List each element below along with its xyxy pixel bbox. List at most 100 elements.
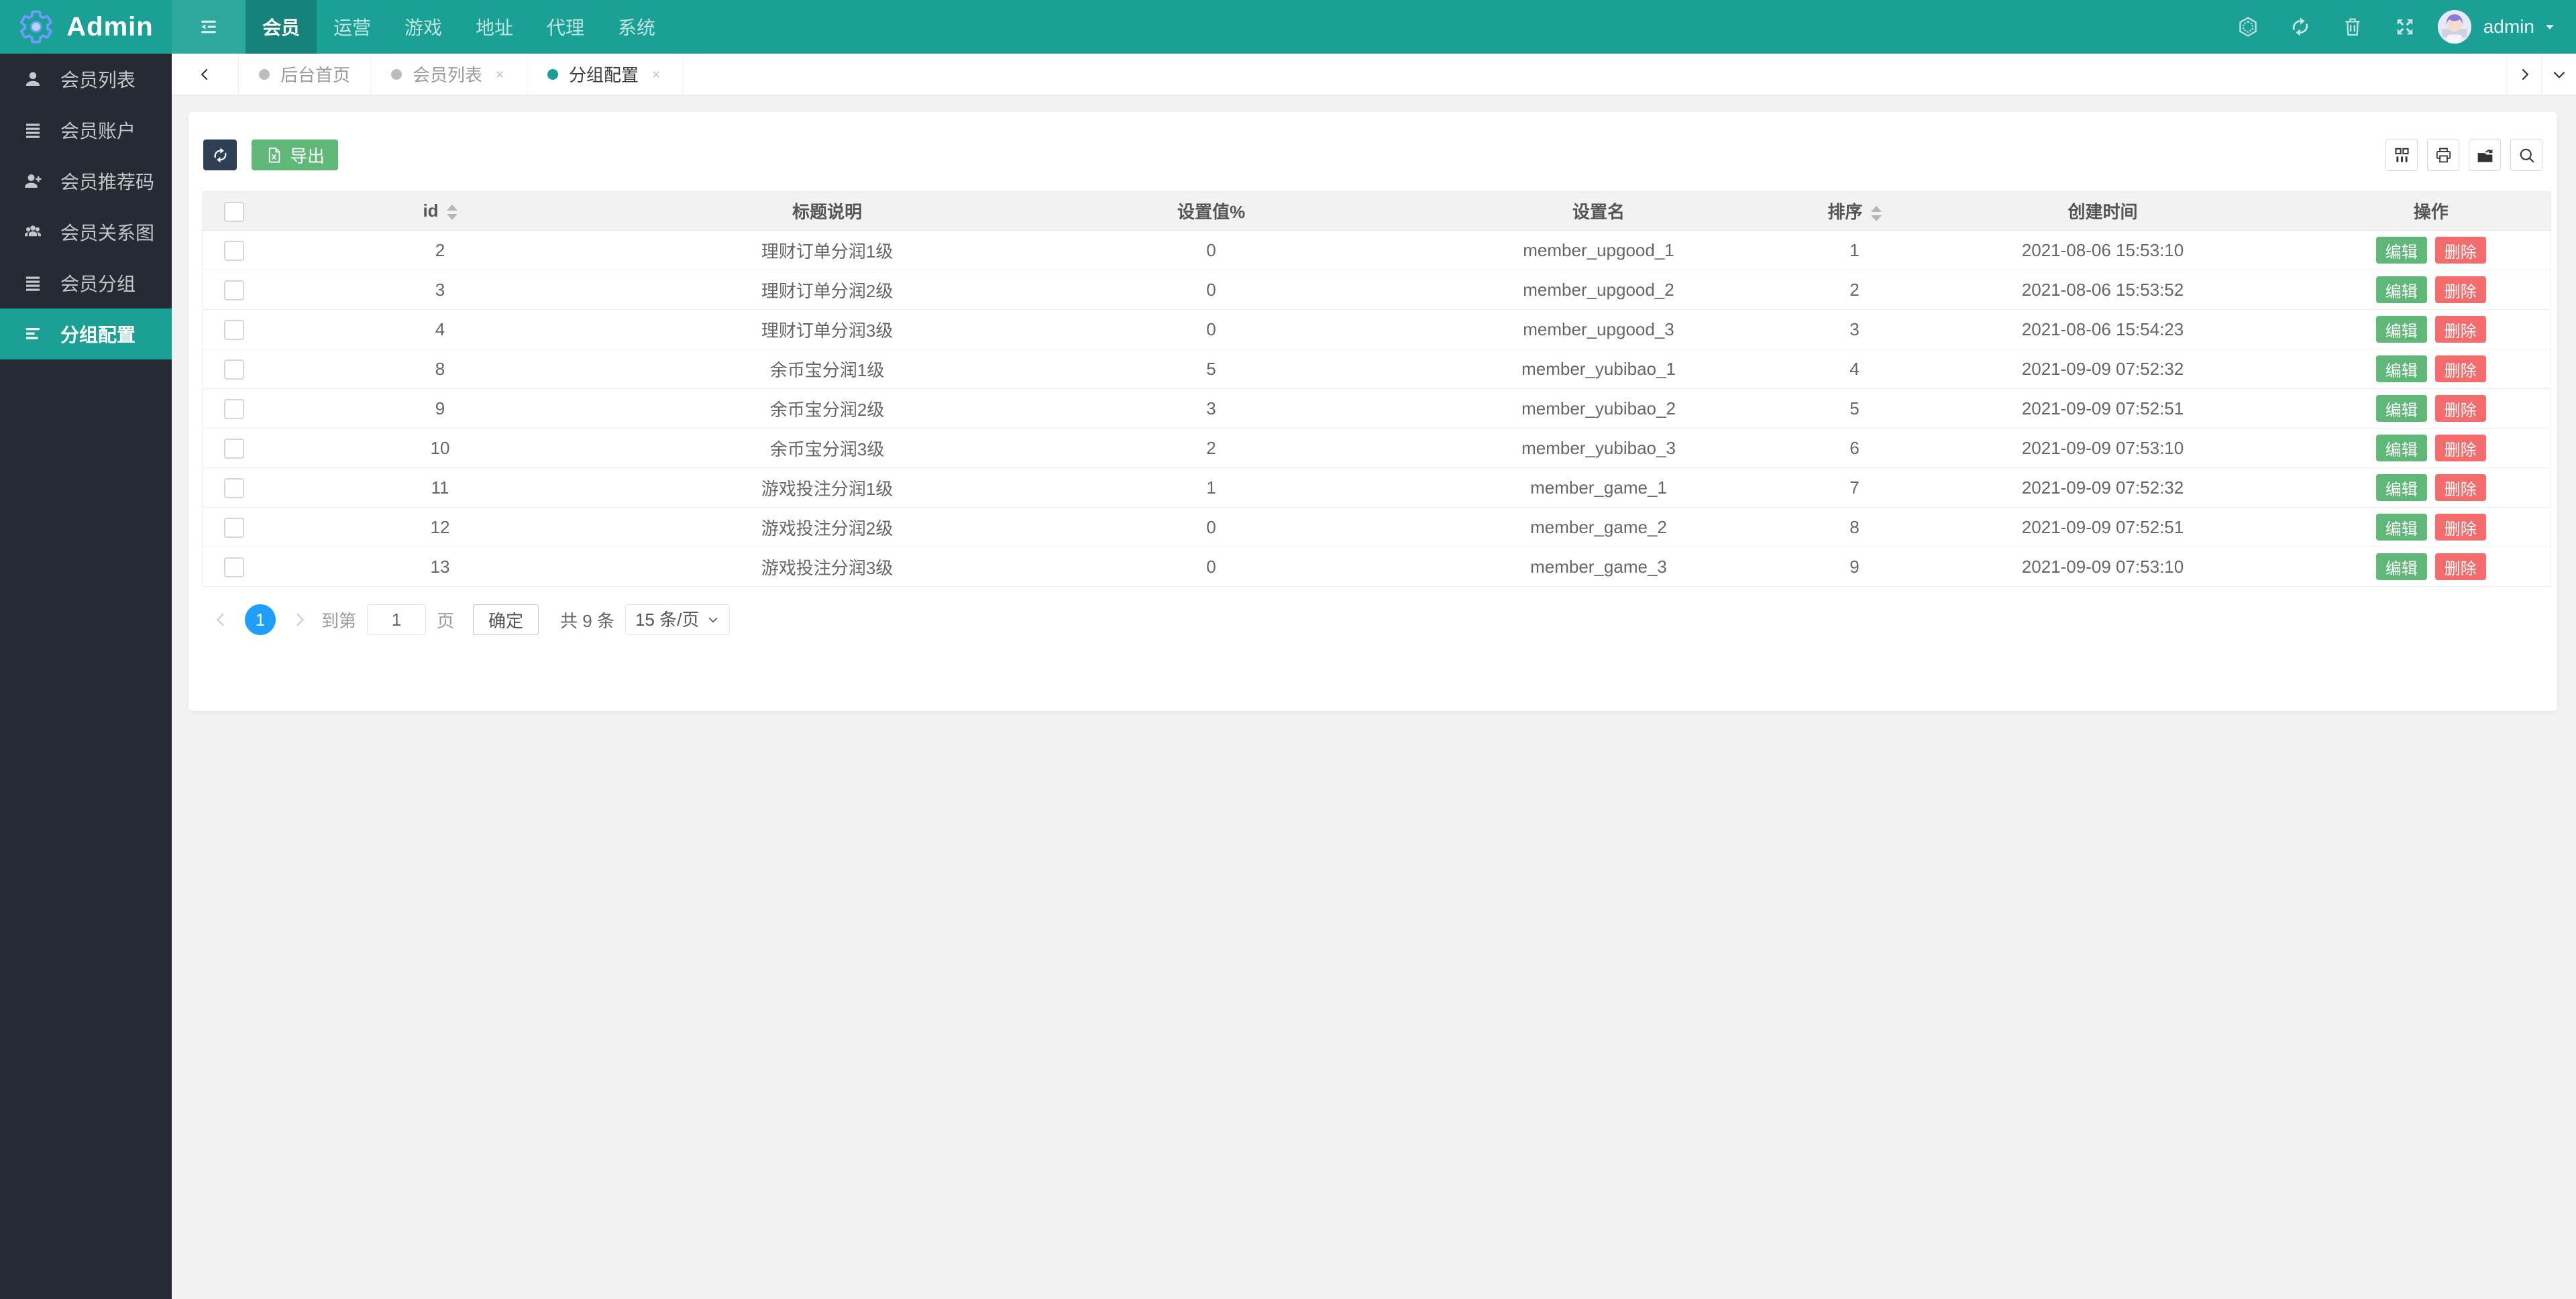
edit-button[interactable]: 编辑 <box>2375 237 2427 264</box>
fullscreen-button[interactable] <box>2379 0 2431 54</box>
next-page-button[interactable] <box>285 610 313 630</box>
top-nav-item-operation[interactable]: 运营 <box>317 0 388 54</box>
tabs-scroll-left-button[interactable] <box>172 54 239 95</box>
row-checkbox-cell <box>202 388 266 429</box>
close-icon[interactable] <box>649 68 663 81</box>
edit-button[interactable]: 编辑 <box>2375 435 2427 461</box>
page-1-button[interactable]: 1 <box>245 604 276 635</box>
avatar[interactable] <box>2437 10 2471 44</box>
printer-icon <box>2434 146 2453 165</box>
sidebar-item-group-config[interactable]: 分组配置 <box>0 308 172 359</box>
sidebar-nav: 会员列表 会员账户 会员推荐码 会员关系图会员分组分组配置 <box>0 54 172 1299</box>
delete-button[interactable]: 删除 <box>2434 355 2486 382</box>
top-nav-item-address[interactable]: 地址 <box>459 0 530 54</box>
filter-columns-button[interactable] <box>2385 139 2418 171</box>
edit-button[interactable]: 编辑 <box>2375 355 2427 382</box>
delete-button[interactable]: 删除 <box>2434 474 2486 501</box>
row-checkbox[interactable] <box>224 478 245 499</box>
delete-button[interactable]: 删除 <box>2434 237 2486 264</box>
cell-title: 游戏投注分润3级 <box>614 547 1040 587</box>
row-checkbox[interactable] <box>224 359 245 380</box>
edit-button[interactable]: 编辑 <box>2375 474 2427 501</box>
tab-home[interactable]: 后台首页 <box>239 54 372 95</box>
cell-value: 1 <box>1040 467 1383 508</box>
confirm-page-button[interactable]: 确定 <box>473 604 539 635</box>
edit-button[interactable]: 编辑 <box>2375 316 2427 343</box>
top-nav-item-system[interactable]: 系统 <box>601 0 672 54</box>
top-nav-item-game[interactable]: 游戏 <box>388 0 459 54</box>
sidebar-item-member-group[interactable]: 会员分组 <box>0 258 172 308</box>
export-button[interactable]: 导出 <box>252 139 339 170</box>
table-row: 10 余币宝分润3级 2 member_yubibao_3 6 2021-09-09 07… <box>202 428 2551 468</box>
sidebar-item-member-refcode[interactable]: 会员推荐码 <box>0 156 172 207</box>
page-size-dropdown[interactable]: 15 条/页 <box>635 610 700 630</box>
sidebar-collapse-button[interactable] <box>172 0 246 54</box>
export-data-button[interactable] <box>2469 139 2501 171</box>
search-button[interactable] <box>2510 139 2542 171</box>
chevron-right-icon <box>2516 66 2533 83</box>
row-checkbox[interactable] <box>224 280 245 301</box>
row-checkbox[interactable] <box>224 320 245 341</box>
tab-group-config[interactable]: 分组配置 <box>527 54 684 95</box>
edit-button[interactable]: 编辑 <box>2375 276 2427 303</box>
tab-status-dot <box>547 68 559 80</box>
fullscreen-icon <box>2394 15 2416 38</box>
cell-actions: 编辑 删除 <box>2311 230 2551 270</box>
cell-sort: 9 <box>1815 547 1894 587</box>
cell-value: 0 <box>1040 547 1383 587</box>
cell-id: 3 <box>266 270 614 310</box>
sidebar-item-member-relation[interactable]: 会员关系图 <box>0 207 172 258</box>
row-checkbox[interactable] <box>224 439 245 459</box>
table-row: 9 余币宝分润2级 3 member_yubibao_2 5 2021-09-09 07:… <box>202 388 2551 429</box>
cell-sort: 3 <box>1815 309 1894 349</box>
cell-name: member_yubibao_2 <box>1382 388 1815 429</box>
cell-name: member_upgood_3 <box>1382 309 1815 349</box>
delete-button[interactable]: 删除 <box>2434 553 2486 580</box>
row-checkbox[interactable] <box>224 241 245 262</box>
sort-id-control[interactable] <box>446 204 458 220</box>
sort-order-control[interactable] <box>1870 205 1882 221</box>
top-nav-item-agent[interactable]: 代理 <box>530 0 601 54</box>
table-body: 2 理财订单分润1级 0 member_upgood_1 1 2021-08-06 15:… <box>202 230 2551 587</box>
pagination: 1 到第 页 确定 共 9 条 15 条/页 <box>202 604 2544 635</box>
row-checkbox-cell <box>202 428 266 468</box>
cell-actions: 编辑 删除 <box>2311 467 2551 508</box>
user-menu[interactable]: admin <box>2481 0 2576 54</box>
row-checkbox[interactable] <box>224 399 245 420</box>
row-checkbox[interactable] <box>224 518 245 539</box>
sidebar-item-member-list[interactable]: 会员列表 <box>0 54 172 105</box>
edit-button[interactable]: 编辑 <box>2375 395 2427 422</box>
header-checkbox-cell <box>202 191 266 231</box>
prev-page-button[interactable] <box>207 610 235 630</box>
close-icon[interactable] <box>493 68 506 81</box>
delete-button[interactable]: 删除 <box>2434 514 2486 541</box>
delete-button[interactable]: 删除 <box>2434 395 2486 422</box>
delete-button[interactable]: 删除 <box>2434 316 2486 343</box>
goto-page-input[interactable] <box>367 604 427 635</box>
refresh-button[interactable] <box>2274 0 2326 54</box>
theme-button[interactable] <box>2222 0 2274 54</box>
cell-id: 10 <box>266 428 614 468</box>
top-nav-item-member[interactable]: 会员 <box>246 0 317 54</box>
cell-created: 2021-08-06 15:53:10 <box>1894 230 2312 270</box>
tabs-menu-button[interactable] <box>2541 54 2576 95</box>
sidebar-item-label: 会员分组 <box>60 274 136 294</box>
edit-button[interactable]: 编辑 <box>2375 553 2427 580</box>
page-size-select[interactable]: 15 条/页 <box>625 604 730 635</box>
row-checkbox[interactable] <box>224 557 245 578</box>
print-button[interactable] <box>2427 139 2459 171</box>
tabs-scroll-right-button[interactable] <box>2506 54 2541 95</box>
clear-cache-button[interactable] <box>2326 0 2379 54</box>
tab-member-list[interactable]: 会员列表 <box>371 54 528 95</box>
tab-label: 会员列表 <box>413 65 483 85</box>
caret-down-icon <box>2542 19 2557 34</box>
cell-name: member_yubibao_3 <box>1382 428 1815 468</box>
select-all-checkbox[interactable] <box>224 201 245 222</box>
row-checkbox-cell <box>202 270 266 310</box>
refresh-table-button[interactable] <box>203 139 237 170</box>
edit-button[interactable]: 编辑 <box>2375 514 2427 541</box>
sidebar-item-member-account[interactable]: 会员账户 <box>0 105 172 156</box>
delete-button[interactable]: 删除 <box>2434 276 2486 303</box>
col-id: id <box>266 191 614 231</box>
delete-button[interactable]: 删除 <box>2434 435 2486 461</box>
